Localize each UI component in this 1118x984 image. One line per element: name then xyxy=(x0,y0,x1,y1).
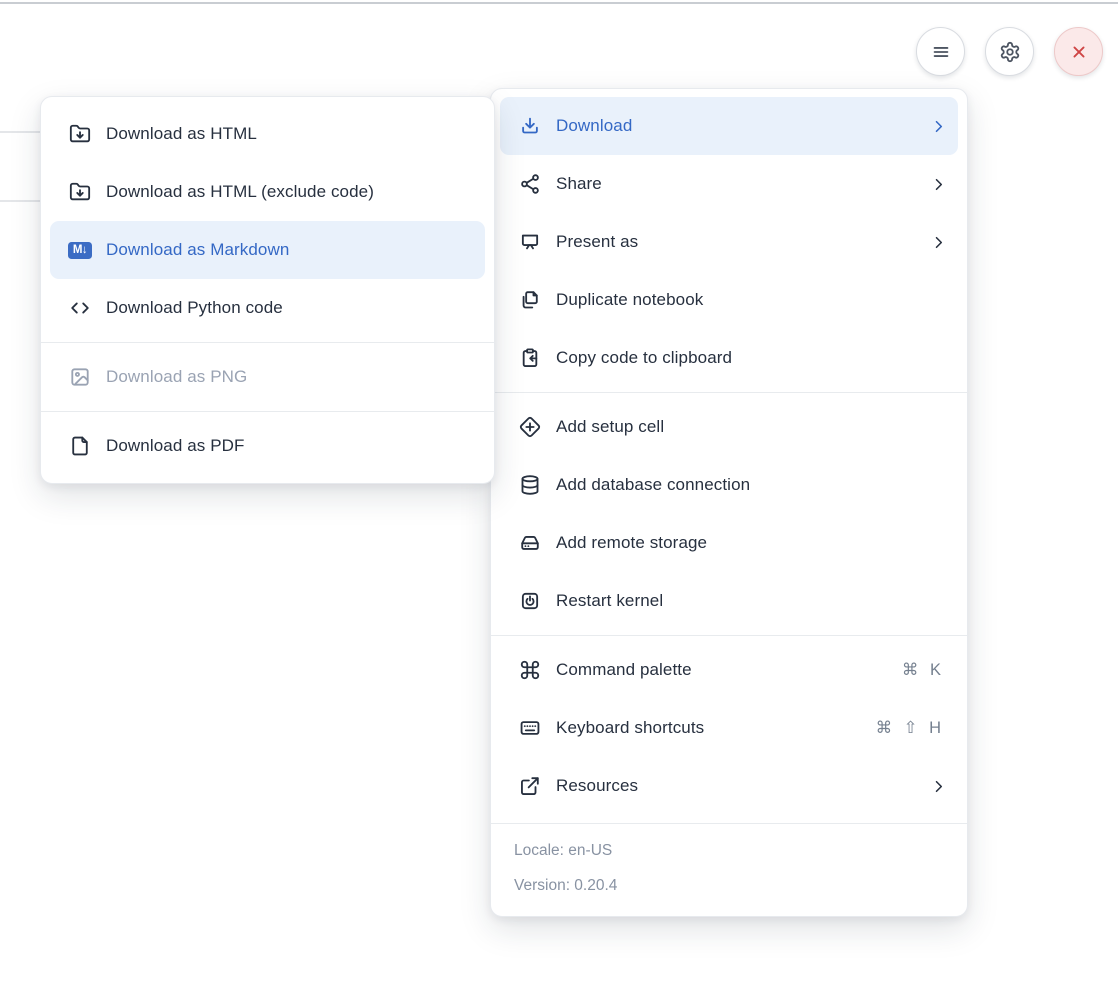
menu-item-label: Restart kernel xyxy=(556,591,948,611)
clipboard-arrow-icon xyxy=(518,347,542,369)
folder-download-icon xyxy=(68,123,92,145)
menu-item-share[interactable]: Share xyxy=(500,155,958,213)
menu-item-label: Add setup cell xyxy=(556,417,948,437)
menu-separator xyxy=(41,411,494,412)
toolbar-border-line xyxy=(0,2,1118,4)
submenu-item-download-as-png[interactable]: Download as PNG xyxy=(50,348,485,406)
submenu-item-download-python-code[interactable]: Download Python code xyxy=(50,279,485,337)
keyboard-shortcut-hint: ⌘ ⇧ H xyxy=(876,718,941,738)
submenu-item-download-as-html[interactable]: Download as HTML xyxy=(50,105,485,163)
menu-separator xyxy=(491,392,967,393)
menu-item-label: Copy code to clipboard xyxy=(556,348,948,368)
menu-separator xyxy=(41,342,494,343)
menu-item-duplicate-notebook[interactable]: Duplicate notebook xyxy=(500,271,958,329)
menu-item-label: Share xyxy=(556,174,915,194)
download-submenu-list: Download as HTML Download as HTML (exclu… xyxy=(41,97,494,483)
database-icon xyxy=(518,474,542,496)
menu-item-add-remote-storage[interactable]: Add remote storage xyxy=(500,514,958,572)
menu-item-label: Download as PNG xyxy=(106,367,475,387)
diamond-plus-icon xyxy=(518,416,542,438)
locale-text: Locale: en-US xyxy=(514,833,944,868)
image-icon xyxy=(68,366,92,388)
file-icon xyxy=(68,435,92,457)
menu-item-label: Duplicate notebook xyxy=(556,290,948,310)
menu-item-label: Download as PDF xyxy=(106,436,475,456)
submenu-item-download-as-html-exclude-code[interactable]: Download as HTML (exclude code) xyxy=(50,163,485,221)
menu-item-label: Add remote storage xyxy=(556,533,948,553)
command-icon xyxy=(518,659,542,681)
notebook-menu-list: Download Share Present as xyxy=(491,89,967,823)
settings-button[interactable] xyxy=(985,27,1034,76)
share-icon xyxy=(518,173,542,195)
menu-item-label: Command palette xyxy=(556,660,888,680)
download-icon xyxy=(518,115,542,137)
keyboard-shortcut-hint: ⌘ K xyxy=(902,660,941,680)
menu-item-add-database-connection[interactable]: Add database connection xyxy=(500,456,958,514)
background-line xyxy=(0,200,41,202)
presentation-icon xyxy=(518,231,542,253)
menu-item-label: Add database connection xyxy=(556,475,948,495)
menu-button[interactable] xyxy=(916,27,965,76)
duplicate-icon xyxy=(518,289,542,311)
chevron-right-icon xyxy=(929,175,948,194)
menu-item-add-setup-cell[interactable]: Add setup cell xyxy=(500,398,958,456)
download-submenu: Download as HTML Download as HTML (exclu… xyxy=(40,96,495,484)
menu-item-keyboard-shortcuts[interactable]: Keyboard shortcuts ⌘ ⇧ H xyxy=(500,699,958,757)
menu-item-label: Download Python code xyxy=(106,298,475,318)
menu-item-label: Resources xyxy=(556,776,915,796)
keyboard-icon xyxy=(518,717,542,739)
markdown-icon: M↓ xyxy=(68,242,92,259)
menu-item-command-palette[interactable]: Command palette ⌘ K xyxy=(500,641,958,699)
menu-item-label: Keyboard shortcuts xyxy=(556,718,862,738)
notebook-menu: Download Share Present as xyxy=(490,88,968,917)
restart-kernel-icon xyxy=(518,590,542,612)
chevron-right-icon xyxy=(929,117,948,136)
menu-item-download[interactable]: Download xyxy=(500,97,958,155)
submenu-item-download-as-pdf[interactable]: Download as PDF xyxy=(50,417,485,475)
menu-item-restart-kernel[interactable]: Restart kernel xyxy=(500,572,958,630)
menu-item-label: Download as Markdown xyxy=(106,240,475,260)
app-screen: Download Share Present as xyxy=(0,0,1118,984)
menu-separator xyxy=(491,635,967,636)
menu-item-copy-code[interactable]: Copy code to clipboard xyxy=(500,329,958,387)
chevron-right-icon xyxy=(929,777,948,796)
hamburger-icon xyxy=(929,41,953,63)
submenu-item-download-as-markdown[interactable]: M↓ Download as Markdown xyxy=(50,221,485,279)
external-link-icon xyxy=(518,775,542,797)
notebook-actions-toolbar xyxy=(916,27,1103,76)
hard-drive-icon xyxy=(518,532,542,554)
menu-item-label: Download xyxy=(556,116,915,136)
version-text: Version: 0.20.4 xyxy=(514,868,944,903)
shutdown-button[interactable] xyxy=(1054,27,1103,76)
menu-item-label: Download as HTML (exclude code) xyxy=(106,182,475,202)
code-icon xyxy=(68,297,92,319)
menu-item-resources[interactable]: Resources xyxy=(500,757,958,815)
menu-footer: Locale: en-US Version: 0.20.4 xyxy=(491,823,967,916)
folder-download-icon xyxy=(68,181,92,203)
menu-item-label: Download as HTML xyxy=(106,124,475,144)
chevron-right-icon xyxy=(929,233,948,252)
menu-item-present-as[interactable]: Present as xyxy=(500,213,958,271)
gear-icon xyxy=(998,41,1022,63)
menu-item-label: Present as xyxy=(556,232,915,252)
background-line xyxy=(0,131,41,133)
close-icon xyxy=(1067,41,1091,63)
markdown-badge: M↓ xyxy=(68,242,92,259)
